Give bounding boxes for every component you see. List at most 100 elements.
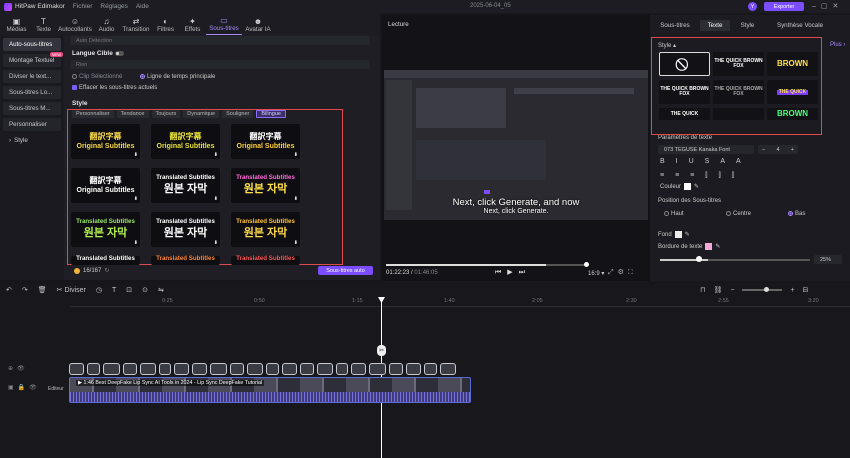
tab-text[interactable]: Texte: [700, 20, 730, 31]
subtitle-clip[interactable]: [210, 363, 227, 375]
subtitle-clip[interactable]: [406, 363, 421, 375]
style-tile[interactable]: 翻訳字幕 Original Subtitles ⬇: [151, 124, 220, 159]
eyedropper-icon[interactable]: ✎: [715, 243, 720, 250]
subtitle-clip[interactable]: [300, 363, 314, 375]
tool-audio[interactable]: ♫ Audio: [93, 13, 120, 35]
style-tile[interactable]: Translated Subtitles: [71, 255, 140, 265]
subtitle-clip[interactable]: [282, 363, 297, 375]
style-tile[interactable]: Translated Subtitles 원본 자막 ⬇: [231, 168, 300, 203]
radio-center[interactable]: [726, 211, 731, 216]
tool-media[interactable]: ▣ Médias: [3, 13, 30, 35]
style-tile[interactable]: Translated Subtitles 원본 자막 ⬇: [151, 168, 220, 203]
style-preset[interactable]: THE QUICK BROWN FOX: [659, 80, 710, 104]
position-center[interactable]: Centre: [726, 211, 751, 217]
opacity-slider[interactable]: [660, 259, 810, 261]
playback-scrubber[interactable]: [584, 262, 589, 267]
delete-icon[interactable]: 🗑: [38, 286, 47, 294]
split-button[interactable]: ✂ Diviser: [57, 286, 86, 294]
style-tile[interactable]: 翻訳字幕 Original Subtitles ⬇: [71, 124, 140, 159]
download-icon[interactable]: ⬇: [214, 196, 218, 202]
erase-checkbox[interactable]: [72, 85, 77, 90]
sidebar-item-customize[interactable]: Personnaliser: [3, 118, 61, 131]
subtitle-clip[interactable]: [389, 363, 403, 375]
subtitle-clip[interactable]: [351, 363, 366, 375]
style-tile[interactable]: Translated Subtitles 원본 자막 ⬇: [71, 212, 140, 247]
subtitle-clip[interactable]: [140, 363, 156, 375]
refresh-icon[interactable]: ↻: [104, 267, 109, 274]
font-size-stepper[interactable]: − 4 +: [758, 145, 798, 154]
tab-trending[interactable]: Tendance: [116, 110, 149, 118]
download-icon[interactable]: ⬇: [294, 240, 298, 246]
aspect-ratio[interactable]: 16:9 ▾: [588, 270, 604, 277]
tool-text[interactable]: T Texte: [30, 13, 57, 35]
style-preset[interactable]: ⃠: [659, 52, 710, 76]
tab-always[interactable]: Toujours: [151, 110, 181, 118]
download-icon[interactable]: ⬇: [134, 152, 138, 158]
tool-subtitles[interactable]: ▭ Sous-titres: [206, 13, 242, 35]
tab-style[interactable]: Style: [730, 20, 765, 31]
style-section[interactable]: Style ▴: [658, 42, 676, 49]
tab-customize[interactable]: Personnaliser: [72, 110, 114, 118]
zoom-out-icon[interactable]: −: [730, 287, 734, 294]
subtitle-clip[interactable]: [369, 363, 386, 375]
tab-bilingual[interactable]: Bilingue: [256, 110, 286, 118]
subtitle-clip[interactable]: [103, 363, 120, 375]
playback-progress[interactable]: [386, 264, 586, 266]
preview-extra-controls[interactable]: ⤢⚙⛶: [608, 268, 637, 277]
detection-select[interactable]: Auto Détection: [70, 36, 370, 45]
undo-icon[interactable]: ↶: [6, 286, 12, 294]
style-tile[interactable]: Translated Subtitles 원본 자막 ⬇: [231, 212, 300, 247]
border-swatch[interactable]: [705, 243, 713, 250]
style-preset[interactable]: BROWN: [767, 52, 818, 76]
style-tile[interactable]: Translated Subtitles: [231, 255, 300, 265]
download-icon[interactable]: ⬇: [214, 240, 218, 246]
tab-subtitles[interactable]: Sous-titres: [650, 20, 700, 31]
tool-transition[interactable]: ⇄ Transition: [120, 13, 152, 35]
sidebar-item-subtitles-m[interactable]: Sous-titres M...: [3, 102, 61, 115]
subtitle-clip[interactable]: [317, 363, 333, 375]
style-preset[interactable]: THE QUICK BROWN FOX: [713, 52, 764, 76]
sidebar-item-split-text[interactable]: Diviser le text...: [3, 70, 61, 83]
download-icon[interactable]: ⬇: [294, 152, 298, 158]
zoom-slider[interactable]: [742, 287, 783, 292]
more-link[interactable]: Plus ›: [830, 42, 845, 48]
style-tile[interactable]: 翻訳字幕 Original Subtitles ⬇: [231, 124, 300, 159]
sidebar-item-text-editing[interactable]: Montage Textuel NEW: [3, 52, 63, 67]
style-preset[interactable]: THE QUICK: [659, 108, 710, 120]
subtitle-clip[interactable]: [192, 363, 207, 375]
background-swatch[interactable]: [674, 231, 682, 238]
menu-help[interactable]: Aide: [136, 3, 149, 10]
subtitle-clip[interactable]: [69, 363, 84, 375]
sidebar-item-auto-subtitles[interactable]: Auto-sous-titres: [3, 38, 61, 51]
subtitle-clip[interactable]: [174, 363, 189, 375]
export-button[interactable]: Exporter: [764, 2, 804, 11]
tab-dynamic[interactable]: Dynamique: [183, 110, 220, 118]
tool-ai-avatar[interactable]: ☻ Avatar IA: [242, 13, 274, 35]
style-tile[interactable]: 翻訳字幕 Original Subtitles ⬇: [71, 168, 140, 203]
sidebar-item-style[interactable]: › Style: [3, 134, 61, 147]
menu-settings[interactable]: Réglages: [100, 3, 127, 10]
erase-option[interactable]: Effacer les sous-titres actuels: [72, 85, 157, 91]
auto-subtitles-button[interactable]: Sous-titres auto: [318, 266, 373, 275]
subtitle-clip[interactable]: [266, 363, 279, 375]
tab-voice[interactable]: Synthèse Vocale: [765, 20, 835, 31]
download-icon[interactable]: ⬇: [134, 240, 138, 246]
position-bottom[interactable]: Bas: [788, 211, 805, 217]
color-swatch[interactable]: [684, 183, 692, 190]
style-preset[interactable]: THE QUICK BROWN FOX: [713, 80, 764, 104]
radio-clip[interactable]: [72, 74, 77, 79]
subtitle-clip[interactable]: [440, 363, 456, 375]
style-tile[interactable]: Translated Subtitles 원본 자막 ⬇: [151, 212, 220, 247]
eyedropper-icon[interactable]: ✎: [685, 231, 690, 238]
sidebar-item-local-subtitles[interactable]: Sous-titres Lo...: [3, 86, 61, 99]
tool-stickers[interactable]: ☺ Autocollants: [57, 13, 93, 35]
mirror-icon[interactable]: ⇋: [158, 286, 164, 294]
fit-icon[interactable]: ⊟: [803, 286, 809, 294]
subtitle-clip[interactable]: [123, 363, 137, 375]
download-icon[interactable]: ⬇: [294, 196, 298, 202]
target-lang-toggle[interactable]: [114, 50, 124, 56]
minus-icon[interactable]: −: [762, 147, 765, 153]
freeze-icon[interactable]: ◷: [96, 286, 102, 294]
speed-icon[interactable]: ⊙: [142, 286, 148, 294]
magnet-icon[interactable]: ⊓: [700, 286, 705, 294]
